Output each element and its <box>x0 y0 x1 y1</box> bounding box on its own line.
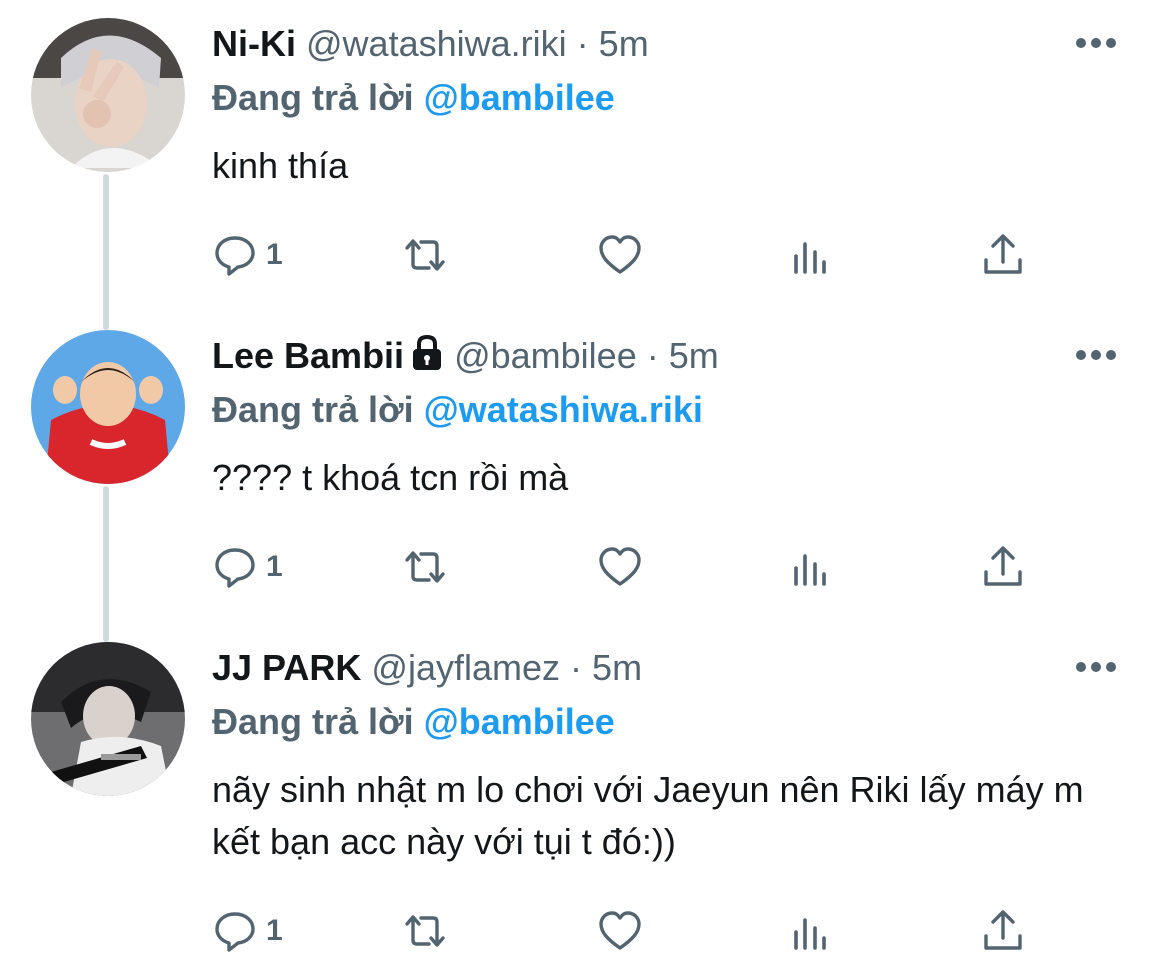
timestamp[interactable]: 5m <box>669 335 719 376</box>
reply-button[interactable]: 1 <box>212 542 283 592</box>
tweet-header: JJ PARK @jayflamez · 5m <box>212 642 1130 694</box>
share-icon <box>984 546 1022 586</box>
user-handle[interactable]: @jayflamez <box>371 647 560 688</box>
retweet-button[interactable] <box>402 542 448 592</box>
retweet-button[interactable] <box>402 906 448 956</box>
retweet-icon <box>405 915 445 947</box>
avatar[interactable] <box>31 330 185 484</box>
mention-link[interactable]: @bambilee <box>424 701 615 742</box>
retweet-icon <box>405 551 445 583</box>
like-button[interactable] <box>597 230 643 280</box>
avatar[interactable] <box>31 18 185 172</box>
timestamp[interactable]: 5m <box>599 23 649 64</box>
action-bar: 1 <box>212 230 1052 280</box>
like-button[interactable] <box>597 542 643 592</box>
retweet-icon <box>405 239 445 271</box>
views-button[interactable] <box>788 542 834 592</box>
separator-dot: · <box>576 23 589 64</box>
like-button[interactable] <box>597 906 643 956</box>
share-icon <box>984 910 1022 950</box>
replying-to: Đang trả lời @bambilee <box>212 72 1130 124</box>
views-icon <box>794 554 826 586</box>
user-handle[interactable]: @watashiwa.riki <box>306 23 567 64</box>
retweet-button[interactable] <box>402 230 448 280</box>
action-bar: 1 <box>212 542 1052 592</box>
heart-icon <box>599 547 641 586</box>
views-button[interactable] <box>788 906 834 956</box>
reply-icon <box>215 236 255 276</box>
reply-button[interactable]: 1 <box>212 906 283 956</box>
views-icon <box>794 918 826 950</box>
views-icon <box>794 242 826 274</box>
more-icon[interactable] <box>1076 662 1116 674</box>
replying-to: Đang trả lời @watashiwa.riki <box>212 384 1130 436</box>
reply-count: 1 <box>266 914 283 947</box>
action-bar: 1 <box>212 906 1052 956</box>
reply-button[interactable]: 1 <box>212 230 283 280</box>
tweet-header: Ni-Ki @watashiwa.riki · 5m <box>212 18 1130 70</box>
reply-icon <box>215 912 255 952</box>
reply-count: 1 <box>266 550 283 583</box>
display-name[interactable]: JJ PARK <box>212 647 361 688</box>
tweet-header: Lee Bambii @bambilee · 5m <box>212 330 1130 382</box>
thread-line <box>103 486 109 642</box>
views-button[interactable] <box>788 230 834 280</box>
replying-to-label: Đang trả lời <box>212 701 414 742</box>
display-name[interactable]: Lee Bambii <box>212 335 404 376</box>
separator-dot: · <box>646 335 659 376</box>
replying-to: Đang trả lời @bambilee <box>212 696 1130 748</box>
replying-to-label: Đang trả lời <box>212 77 414 118</box>
separator-dot: · <box>570 647 583 688</box>
tweet-text: nãy sinh nhật m lo chơi với Jaeyun nên R… <box>212 769 1084 862</box>
tweet-text: ???? t khoá tcn rồi mà <box>212 457 569 498</box>
heart-icon <box>599 235 641 274</box>
thread-line <box>103 174 109 330</box>
more-icon[interactable] <box>1076 350 1116 362</box>
share-icon <box>984 234 1022 274</box>
more-icon[interactable] <box>1076 38 1116 50</box>
share-button[interactable] <box>980 542 1026 592</box>
timestamp[interactable]: 5m <box>592 647 642 688</box>
mention-link[interactable]: @watashiwa.riki <box>424 389 703 430</box>
heart-icon <box>599 911 641 950</box>
display-name[interactable]: Ni-Ki <box>212 23 296 64</box>
share-button[interactable] <box>980 906 1026 956</box>
avatar[interactable] <box>31 642 185 796</box>
reply-icon <box>215 548 255 588</box>
tweet-text: kinh thía <box>212 145 349 186</box>
user-handle[interactable]: @bambilee <box>454 335 637 376</box>
reply-count: 1 <box>266 238 283 271</box>
share-button[interactable] <box>980 230 1026 280</box>
lock-icon <box>413 334 442 370</box>
replying-to-label: Đang trả lời <box>212 389 414 430</box>
mention-link[interactable]: @bambilee <box>424 77 615 118</box>
